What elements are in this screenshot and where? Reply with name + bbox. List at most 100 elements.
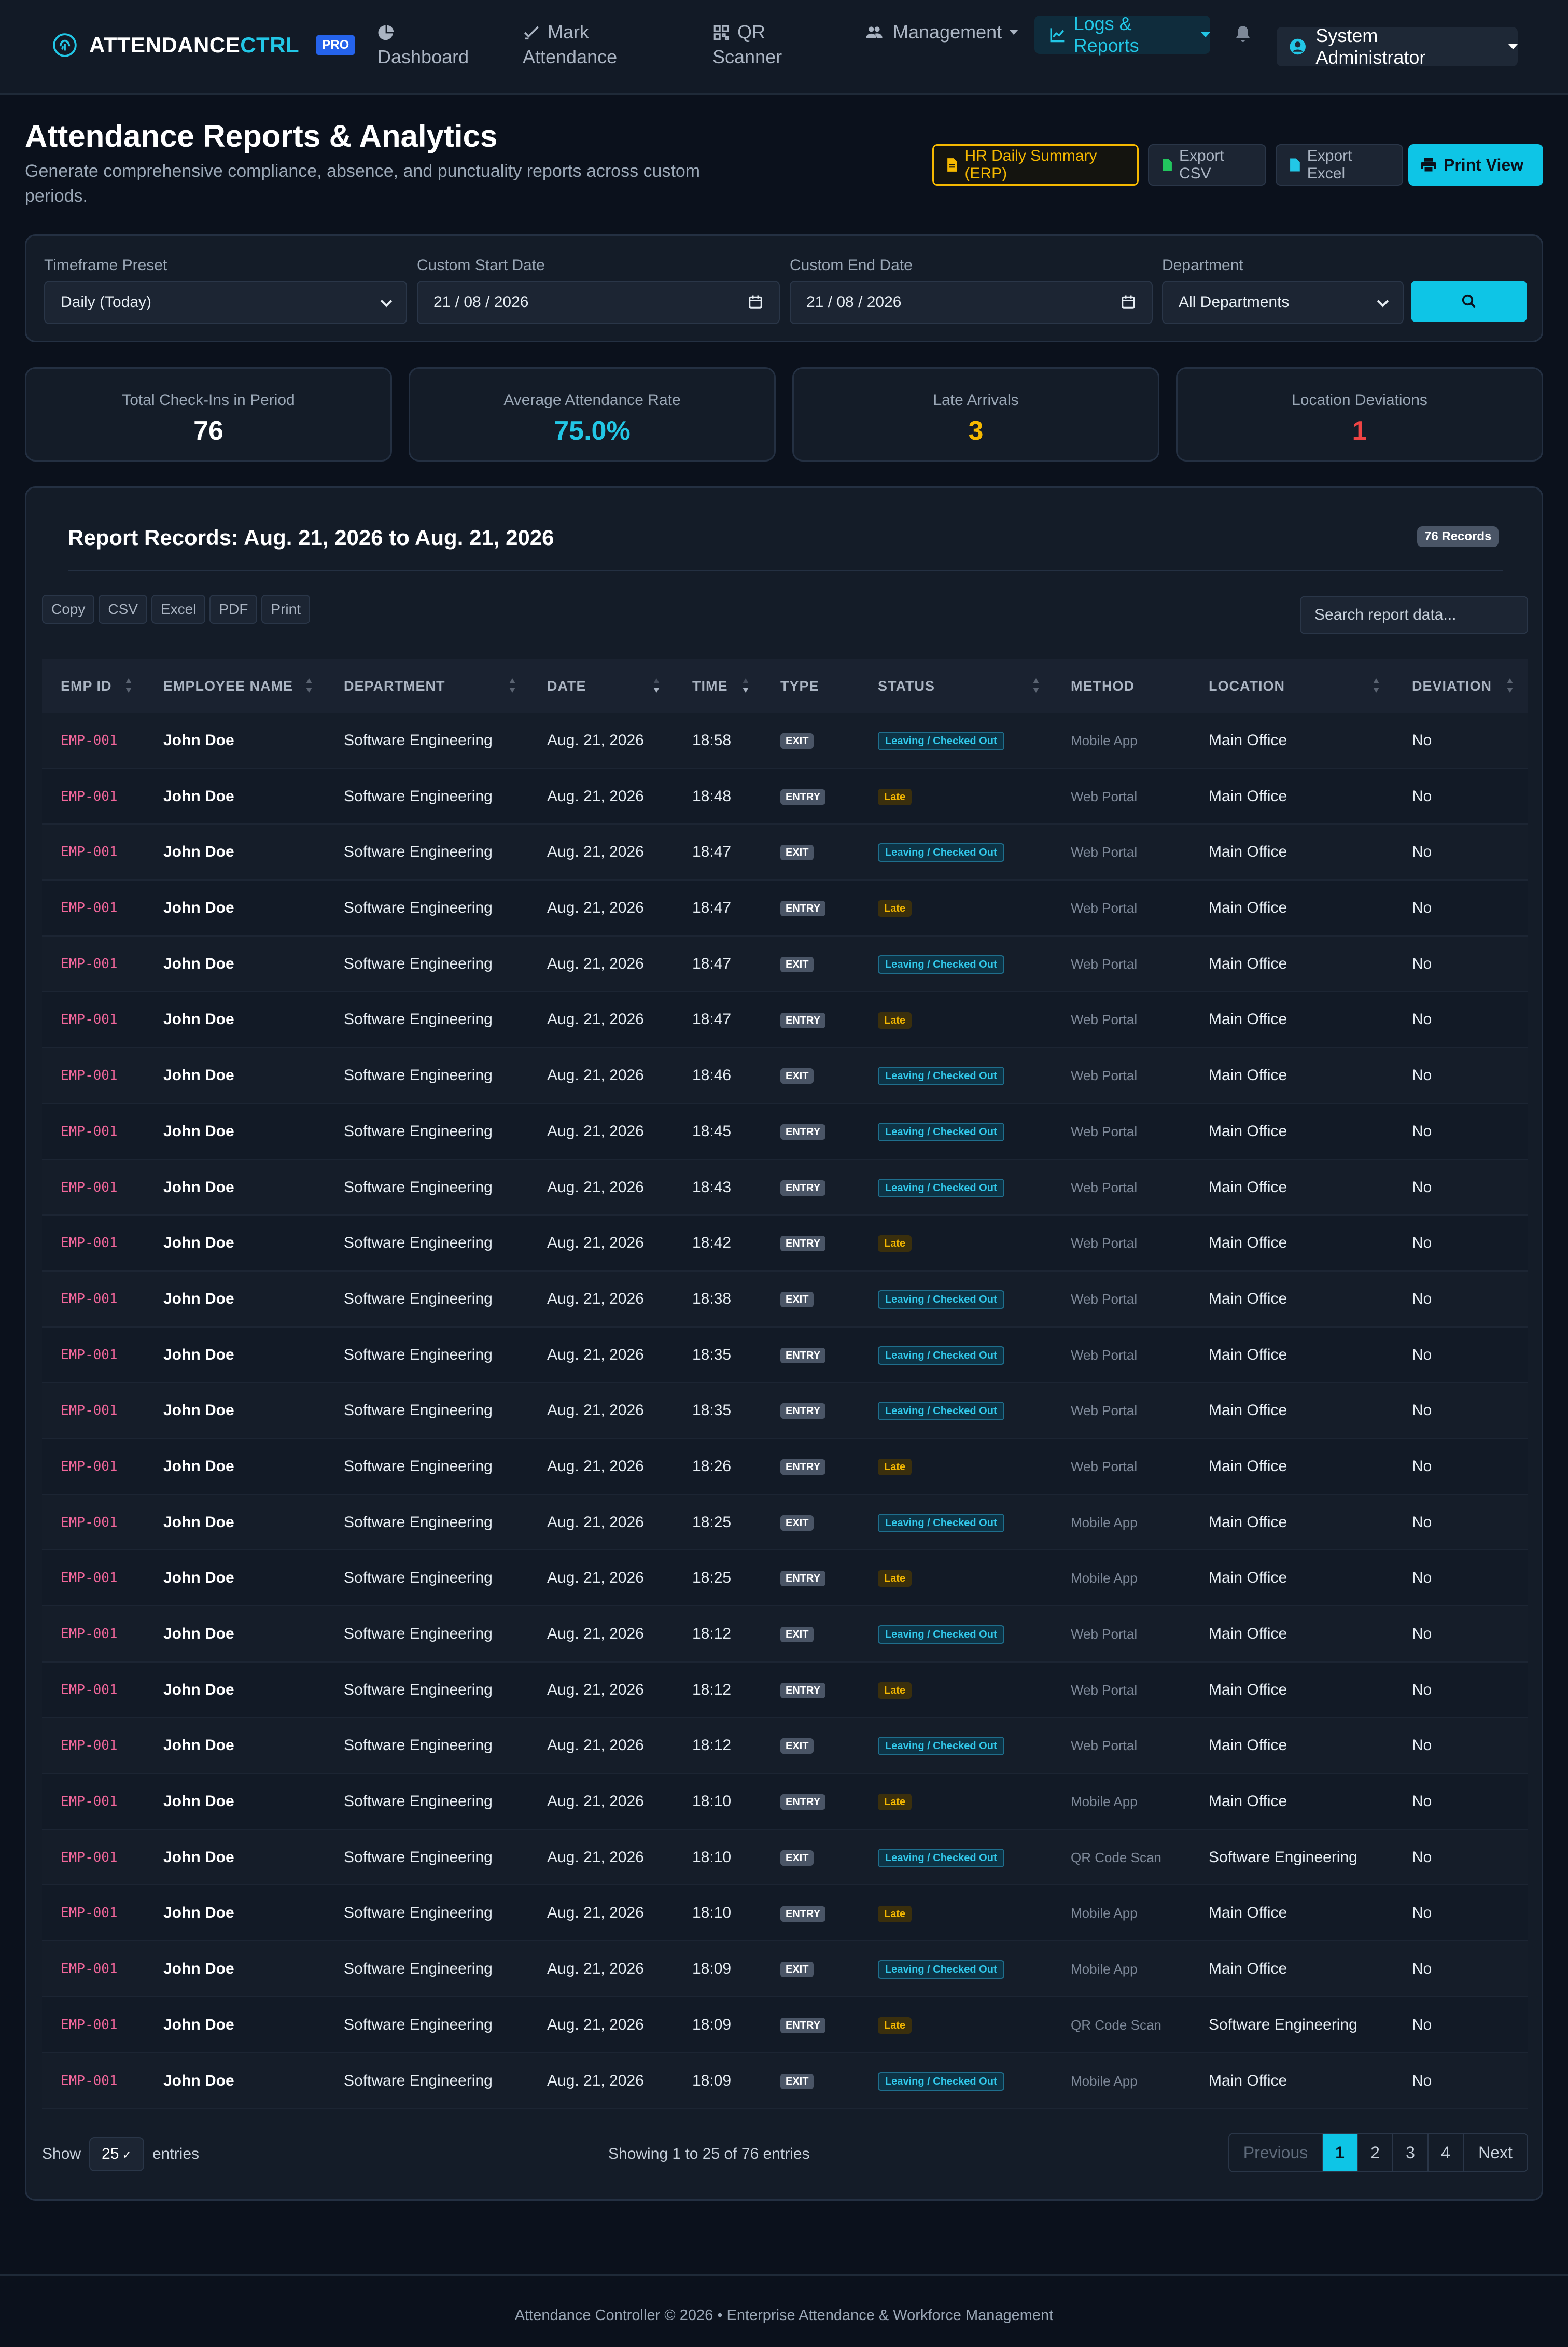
time-cell: 18:10 [692, 1848, 732, 1866]
records-count-badge: 76 Records [1417, 526, 1499, 547]
col-date[interactable]: DATE [547, 659, 586, 713]
excel-button[interactable]: Excel [151, 595, 206, 624]
pagination-page[interactable]: 3 [1393, 2134, 1429, 2171]
table-row: EMP-001 John Doe Software Engineering Aug. … [42, 1494, 1528, 1551]
sort-icon [125, 678, 132, 693]
location-cell: Main Office [1209, 1737, 1287, 1754]
status-cell: Late [878, 1997, 912, 2052]
location-cell: Main Office [1209, 1793, 1287, 1810]
status-badge: Leaving / Checked Out [878, 1290, 1004, 1309]
table-search-input[interactable] [1300, 596, 1528, 634]
filter-panel: Timeframe Preset Daily (Today) Custom St… [25, 234, 1543, 342]
employee-name-cell: John Doe [163, 1625, 234, 1642]
nav-dashboard[interactable]: Dashboard [377, 20, 469, 69]
pagination-page[interactable]: 4 [1429, 2134, 1464, 2171]
pagination-previous[interactable]: Previous [1229, 2134, 1323, 2171]
col-type[interactable]: TYPE [780, 659, 819, 713]
time-cell: 18:58 [692, 732, 732, 749]
calendar-icon[interactable] [748, 294, 763, 310]
col-status[interactable]: STATUS [878, 659, 935, 713]
table-row: EMP-001 John Doe Software Engineering Aug. … [42, 825, 1528, 881]
nav-qr-label-1: QR [737, 21, 765, 43]
table-row: EMP-001 John Doe Software Engineering Aug. … [42, 1327, 1528, 1384]
top-navbar: ATTENDANCECTRL PRO Dashboard Mark Attenda… [0, 0, 1568, 95]
file-icon [947, 158, 958, 172]
employee-name-cell: John Doe [163, 843, 234, 861]
department-cell: Software Engineering [344, 787, 493, 805]
department-cell: Software Engineering [344, 2016, 493, 2033]
export-csv-button[interactable]: Export CSV [1148, 144, 1266, 186]
apply-filter-button[interactable] [1411, 281, 1527, 322]
col-department[interactable]: DEPARTMENT [344, 659, 445, 713]
page-length-select[interactable]: 25 ✓ [89, 2137, 144, 2171]
timeframe-label: Timeframe Preset [44, 257, 167, 274]
pdf-button[interactable]: PDF [209, 595, 258, 624]
copy-button[interactable]: Copy [42, 595, 95, 624]
department-cell: Software Engineering [344, 1625, 493, 1642]
type-cell: EXIT [780, 1830, 814, 1885]
time-cell: 18:45 [692, 1122, 732, 1140]
table-row: EMP-001 John Doe Software Engineering Aug. … [42, 2053, 1528, 2109]
col-deviation[interactable]: DEVIATION [1412, 659, 1492, 713]
department-cell: Software Engineering [344, 732, 493, 749]
nav-logs-reports[interactable]: Logs & Reports [1034, 13, 1210, 56]
date-cell: Aug. 21, 2026 [547, 955, 644, 972]
deviation-cell: No [1412, 1904, 1432, 1922]
time-cell: 18:47 [692, 955, 732, 972]
status-cell: Late [878, 992, 912, 1047]
csv-button[interactable]: CSV [99, 595, 147, 624]
end-date-input[interactable]: 21 / 08 / 2026 [790, 281, 1153, 324]
deviation-cell: No [1412, 787, 1432, 805]
emp-id-cell: EMP-001 [61, 1849, 118, 1865]
emp-id-cell: EMP-001 [61, 1291, 118, 1307]
nav-mark-label-2: Attendance [523, 46, 618, 67]
pagination-next[interactable]: Next [1464, 2134, 1527, 2171]
col-emp-id[interactable]: EMP ID [61, 659, 112, 713]
print-view-button[interactable]: Print View [1408, 144, 1543, 186]
status-badge: Leaving / Checked Out [878, 1848, 1004, 1867]
location-cell: Software Engineering [1209, 2016, 1357, 2033]
col-location[interactable]: LOCATION [1209, 659, 1285, 713]
employee-name-cell: John Doe [163, 899, 234, 917]
date-cell: Aug. 21, 2026 [547, 1067, 644, 1084]
col-employee-name[interactable]: EMPLOYEE NAME [163, 659, 293, 713]
date-cell: Aug. 21, 2026 [547, 732, 644, 749]
start-date-input[interactable]: 21 / 08 / 2026 [417, 281, 780, 324]
status-badge: Leaving / Checked Out [878, 1960, 1004, 1979]
pagination-page[interactable]: 2 [1358, 2134, 1393, 2171]
col-time[interactable]: TIME [692, 659, 728, 713]
calendar-icon[interactable] [1121, 294, 1136, 310]
table-row: EMP-001 John Doe Software Engineering Aug. … [42, 1829, 1528, 1886]
brand[interactable]: ATTENDANCECTRL PRO [52, 32, 356, 58]
location-cell: Main Office [1209, 1457, 1287, 1475]
date-cell: Aug. 21, 2026 [547, 1625, 644, 1642]
time-cell: 18:12 [692, 1737, 732, 1754]
employee-name-cell: John Doe [163, 732, 234, 749]
print-button[interactable]: Print [261, 595, 310, 624]
timeframe-select[interactable]: Daily (Today) [44, 281, 407, 324]
employee-name-cell: John Doe [163, 1737, 234, 1754]
time-cell: 18:48 [692, 787, 732, 805]
export-excel-button[interactable]: Export Excel [1276, 144, 1403, 186]
department-cell: Software Engineering [344, 1848, 493, 1866]
nav-mark-attendance[interactable]: Mark Attendance [523, 20, 617, 69]
department-select[interactable]: All Departments [1162, 281, 1404, 324]
bell-icon[interactable] [1233, 23, 1253, 45]
date-cell: Aug. 21, 2026 [547, 1346, 644, 1363]
deviation-cell: No [1412, 843, 1432, 861]
table-row: EMP-001 John Doe Software Engineering Aug. … [42, 992, 1528, 1049]
nav-management[interactable]: Management [863, 20, 1019, 45]
date-cell: Aug. 21, 2026 [547, 899, 644, 917]
status-badge: Leaving / Checked Out [878, 1402, 1004, 1421]
type-badge: ENTRY [780, 2017, 826, 2033]
col-method[interactable]: METHOD [1071, 659, 1135, 713]
hr-daily-summary-button[interactable]: HR Daily Summary (ERP) [932, 144, 1139, 186]
user-menu-button[interactable]: System Administrator [1277, 25, 1518, 68]
emp-id-cell: EMP-001 [61, 1403, 118, 1419]
table-row: EMP-001 John Doe Software Engineering Aug. … [42, 1606, 1528, 1663]
status-cell: Late [878, 1216, 912, 1270]
location-cell: Main Office [1209, 1122, 1287, 1140]
type-badge: ENTRY [780, 1012, 826, 1028]
pagination-page[interactable]: 1 [1323, 2134, 1358, 2171]
nav-qr-scanner[interactable]: QR Scanner [712, 20, 782, 69]
